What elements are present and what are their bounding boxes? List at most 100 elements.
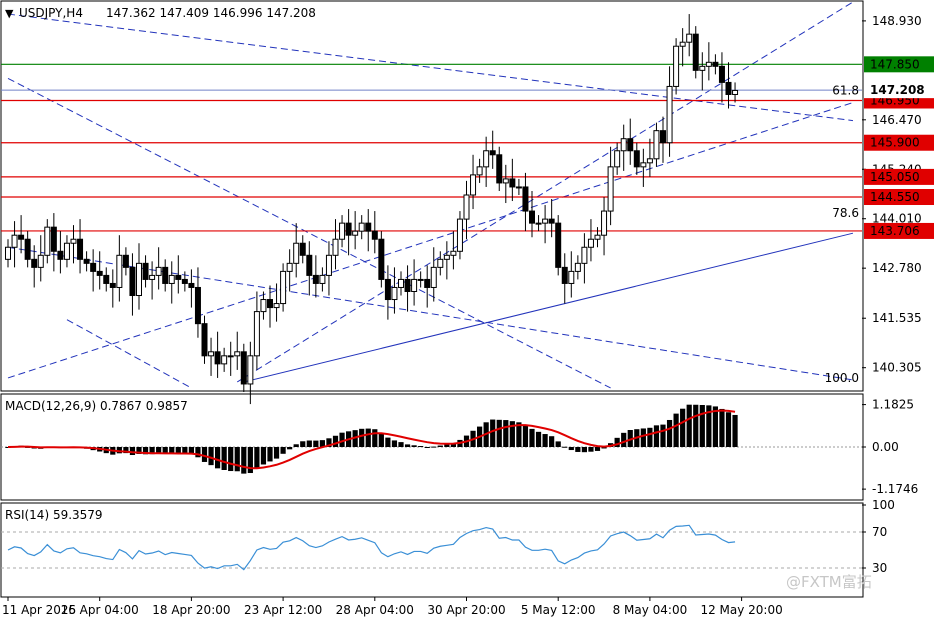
candle-body (411, 278, 418, 292)
candle-body (378, 238, 385, 280)
candle-body (673, 45, 680, 87)
candle-body (614, 150, 621, 168)
rsi-label: RSI(14) 59.3579 (5, 508, 103, 522)
symbol-label: USDJPY,H4 (19, 6, 83, 20)
macd-histogram-bar (490, 419, 496, 447)
macd-histogram-bar (535, 431, 542, 447)
macd-histogram-bar (549, 436, 555, 447)
time-tick-label: 23 Apr 12:00 (244, 603, 322, 617)
symbol-dropdown-icon[interactable]: ▼ (5, 7, 14, 20)
candle-body (37, 254, 44, 268)
macd-histogram-bar (503, 420, 509, 447)
rsi-tick-label: 100 (872, 498, 895, 512)
candle-body (686, 33, 693, 43)
candle-body (181, 278, 188, 284)
candle-body (646, 158, 653, 164)
macd-histogram-bar (588, 447, 594, 452)
macd-histogram-bar (431, 446, 437, 448)
candle-body (574, 262, 581, 272)
candle-body (515, 186, 522, 189)
candle-body (463, 194, 470, 220)
macd-histogram-bar (712, 406, 718, 447)
candle-body (221, 355, 228, 365)
candle-body (214, 351, 221, 365)
macd-histogram-bar (365, 428, 371, 447)
candle-body (227, 355, 234, 358)
candle-body (548, 218, 555, 224)
macd-histogram-bar (666, 419, 673, 447)
price-pane-frame (0, 0, 864, 392)
candle-body (188, 282, 195, 288)
candle-body (398, 278, 404, 288)
time-tick-label: 28 Apr 04:00 (336, 603, 414, 617)
candle-body (11, 234, 18, 248)
macd-histogram-bar (529, 428, 535, 447)
macd-histogram-bar (241, 447, 247, 474)
macd-histogram-bar (581, 447, 587, 453)
candle-body (253, 311, 260, 357)
time-tick-label: 8 May 04:00 (613, 603, 688, 617)
macd-histogram-bar (332, 435, 339, 447)
candle-body (587, 238, 594, 248)
macd-histogram-bar (228, 447, 234, 472)
candle-body (620, 138, 627, 152)
macd-histogram-bar (673, 413, 679, 447)
trendline-desc-steep-1 (7, 77, 611, 389)
candle-body (63, 242, 70, 260)
candle-body (371, 230, 378, 240)
candle-body (594, 234, 601, 240)
trendline-upper-channel (236, 1, 854, 383)
candle-body (162, 266, 169, 284)
candle-body (437, 258, 444, 268)
macd-histogram-bar (293, 444, 299, 447)
candle-body (653, 130, 660, 160)
chart-window: 61.878.6100.0148.930146.470145.240144.01… (0, 0, 936, 624)
candle-body (443, 254, 450, 260)
candle-body (640, 162, 647, 168)
candle-body (542, 218, 549, 224)
candle-body (319, 274, 326, 284)
level-tag-label: 145.900 (870, 136, 920, 150)
candle-body (679, 41, 686, 47)
candle-body (568, 270, 575, 284)
candle-body (155, 266, 162, 276)
macd-histogram-bar (385, 437, 391, 447)
candle-body (502, 178, 509, 184)
candle-body (50, 226, 57, 252)
macd-histogram-bar (437, 445, 443, 447)
candle-body (358, 222, 365, 232)
candle-body (260, 299, 267, 313)
candle-body (142, 262, 149, 280)
macd-histogram-bar (398, 442, 404, 447)
time-tick-label: 30 Apr 20:00 (427, 603, 505, 617)
usdjpy-chart[interactable]: 61.878.6100.0148.930146.470145.240144.01… (0, 0, 936, 624)
macd-histogram-bar (594, 447, 601, 451)
candle-body (83, 258, 90, 264)
macd-histogram-bar (372, 429, 378, 447)
candle-body (424, 278, 431, 288)
candle-body (561, 266, 568, 284)
candle-body (109, 282, 116, 288)
candle-body (293, 242, 300, 264)
macd-histogram-bar (287, 447, 293, 450)
candle-body (456, 218, 463, 252)
candle-body (18, 234, 25, 240)
candle-body (529, 210, 535, 224)
candle-body (306, 254, 313, 276)
macd-histogram-bar (562, 446, 568, 448)
macd-histogram-bar (424, 447, 430, 448)
macd-tick-label: 1.1825 (872, 398, 914, 412)
macd-histogram-bar (215, 447, 221, 469)
macd-histogram-bar (653, 425, 660, 447)
candle-body (332, 238, 339, 256)
candle-body (660, 130, 666, 144)
macd-histogram-bar (208, 447, 214, 466)
candle-body (692, 33, 699, 71)
current-price-label: 147.208 (870, 83, 925, 97)
candle-body (194, 286, 201, 325)
candle-body (725, 81, 732, 95)
macd-histogram-bar (621, 432, 627, 447)
macd-histogram-bar (522, 425, 529, 447)
price-tick-label: 140.305 (872, 361, 922, 375)
macd-histogram-bar (660, 424, 666, 447)
